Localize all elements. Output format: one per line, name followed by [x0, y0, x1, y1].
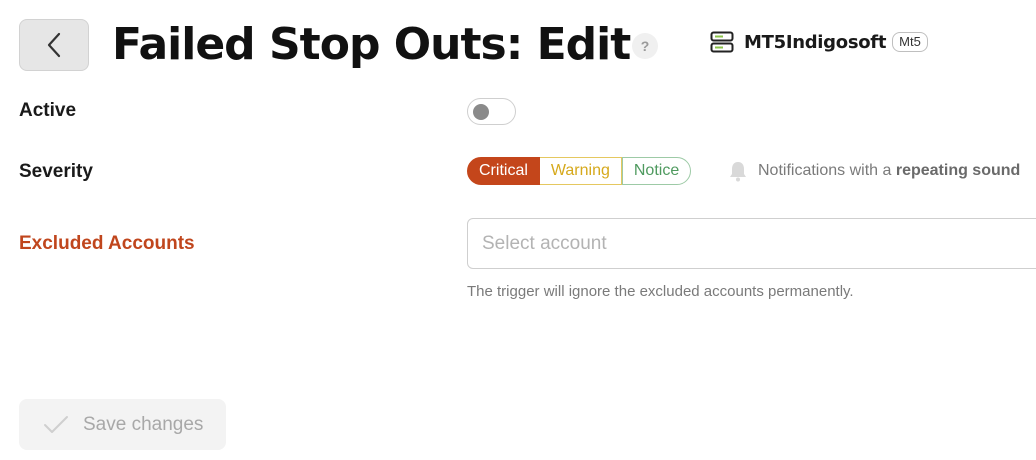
trigger-edit-page: Failed Stop Outs: Edit ? MT5Indigosoft M… — [0, 0, 1036, 460]
chevron-left-icon — [46, 32, 62, 58]
severity-note-emphasis: repeating sound — [895, 162, 1021, 179]
check-icon — [43, 415, 69, 435]
severity-note: Notifications with a repeating sound — [728, 160, 1020, 182]
help-icon[interactable]: ? — [632, 33, 658, 59]
severity-note-text: Notifications with a — [758, 162, 892, 179]
save-changes-button[interactable]: Save changes — [19, 399, 226, 450]
active-label: Active — [19, 100, 77, 121]
server-type-badge: Mt5 — [892, 32, 928, 52]
select-placeholder: Select account — [482, 232, 607, 254]
excluded-accounts-hint: The trigger will ignore the excluded acc… — [467, 283, 854, 300]
save-changes-label: Save changes — [83, 413, 204, 435]
severity-label: Severity — [19, 161, 93, 182]
excluded-accounts-select[interactable]: Select account — [467, 218, 1036, 269]
excluded-accounts-label: Excluded Accounts — [19, 233, 195, 254]
toggle-knob — [473, 104, 489, 120]
active-toggle[interactable] — [467, 98, 516, 125]
severity-selector: Critical Warning Notice — [467, 157, 692, 185]
server-name: MT5Indigosoft — [744, 31, 887, 53]
severity-option-notice[interactable]: Notice — [621, 157, 692, 185]
server-icon — [710, 31, 734, 53]
severity-option-critical[interactable]: Critical — [467, 157, 540, 185]
page-title: Failed Stop Outs: Edit — [112, 19, 631, 70]
bell-icon — [728, 160, 748, 182]
server-indicator: MT5Indigosoft Mt5 — [710, 30, 928, 54]
severity-option-warning[interactable]: Warning — [539, 157, 622, 185]
back-button[interactable] — [19, 19, 89, 71]
